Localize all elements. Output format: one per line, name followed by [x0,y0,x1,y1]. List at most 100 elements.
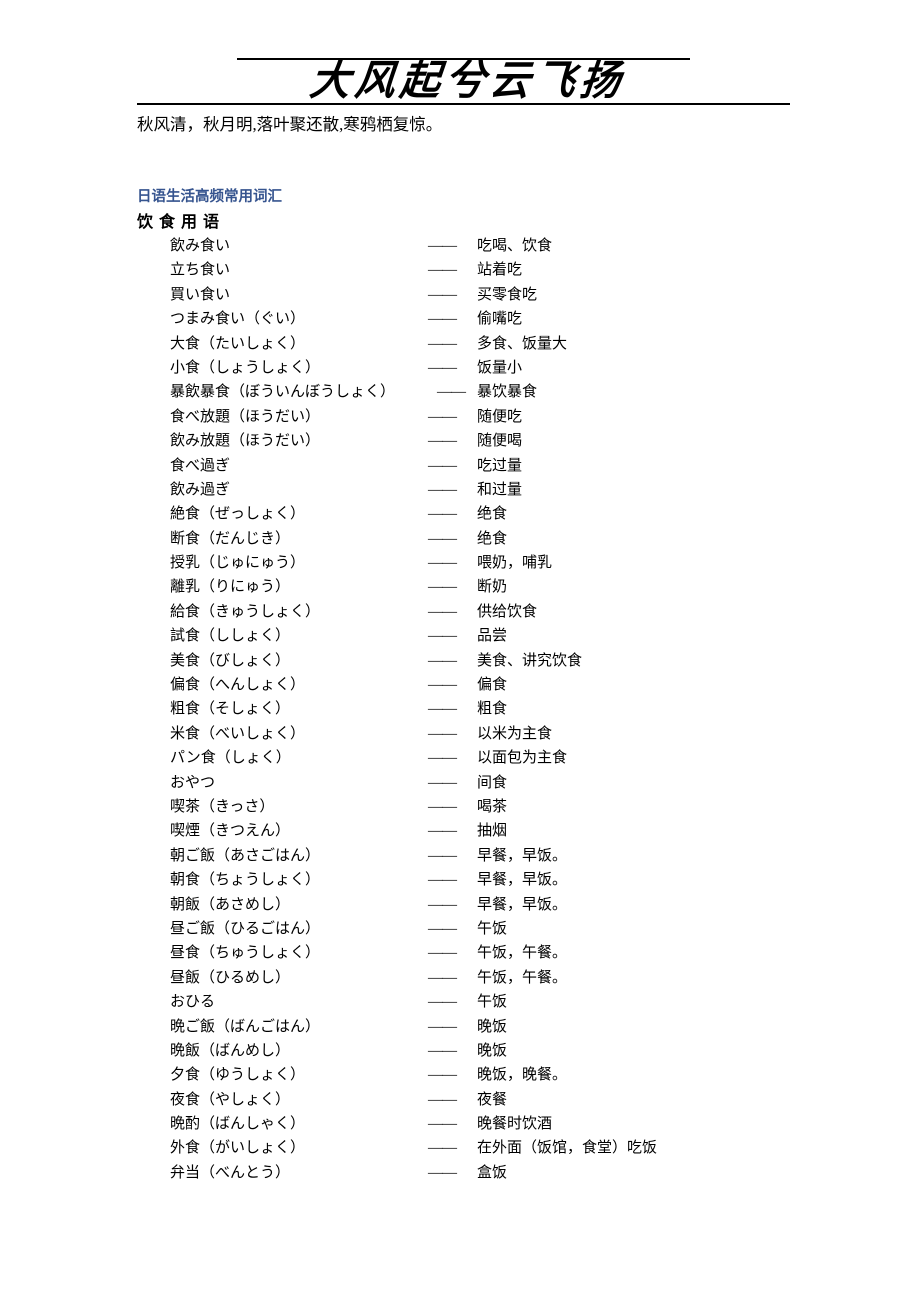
japanese-term: 飲み過ぎ [170,481,231,498]
japanese-term: 飲み放題（ほうだい） [170,433,321,450]
vocabulary-row: 美食（びしょく） —— 美食、讲究饮食 [0,649,920,673]
japanese-term: 昼食（ちゅうしょく） [170,945,321,962]
vocabulary-row: 外食（がいしょく） —— 在外面（饭馆，食堂）吃饭 [0,1136,920,1160]
japanese-term: 立ち食い [170,262,231,279]
chinese-meaning: 早餐，早饭。 [477,896,568,913]
chinese-meaning: 吃过量 [477,457,523,474]
separator-dash: —— [428,1067,457,1084]
japanese-term: 朝ご飯（あさごはん） [170,847,321,864]
japanese-term: 喫茶（きっさ） [170,798,275,815]
chinese-meaning: 午饭，午餐。 [477,945,568,962]
vocabulary-row: 買い食い —— 买零食吃 [0,283,920,307]
section-title: 日语生活高频常用词汇 [137,189,282,205]
separator-dash: —— [428,506,457,523]
poem-line: 秋风清，秋月明,落叶聚还散,寒鸦栖复惊。 [137,115,443,134]
japanese-term: 食べ放題（ほうだい） [170,408,321,425]
vocabulary-row: 夜食（やしょく） —— 夜餐 [0,1088,920,1112]
japanese-term: 外食（がいしょく） [170,1140,306,1157]
chinese-meaning: 晚饭 [477,1018,508,1035]
vocabulary-row: つまみ食い（ぐい） —— 偷嘴吃 [0,307,920,331]
separator-dash: —— [428,335,457,352]
chinese-meaning: 以米为主食 [477,725,553,742]
separator-dash: —— [428,359,457,376]
chinese-meaning: 晚饭 [477,1042,508,1059]
vocabulary-row: 離乳（りにゅう） —— 断奶 [0,575,920,599]
vocabulary-row: おやつ —— 间食 [0,771,920,795]
japanese-term: 米食（べいしょく） [170,725,306,742]
banner-rule-bottom [137,103,790,105]
vocabulary-row: パン食（しょく） —— 以面包为主食 [0,746,920,770]
japanese-term: 飲み食い [170,238,231,254]
separator-dash: —— [428,725,457,742]
japanese-term: つまみ食い（ぐい） [170,311,306,328]
japanese-term: 給食（きゅうしょく） [170,603,321,620]
chinese-meaning: 早餐，早饭。 [477,872,568,889]
chinese-meaning: 和过量 [477,481,523,498]
japanese-term: 試食（ししょく） [170,628,291,645]
chinese-meaning: 午饭 [477,994,508,1011]
vocabulary-row: 喫煙（きつえん） —— 抽烟 [0,819,920,843]
japanese-term: 晩酌（ばんしゃく） [170,1116,306,1133]
japanese-term: 暴飲暴食（ぼういんぼうしょく） [170,384,396,401]
vocabulary-row: 断食（だんじき） —— 绝食 [0,527,920,551]
separator-dash: —— [428,579,457,596]
separator-dash: —— [428,1116,457,1133]
vocabulary-row: 食べ過ぎ —— 吃过量 [0,454,920,478]
vocabulary-row: 朝飯（あさめし） —— 早餐，早饭。 [0,893,920,917]
separator-dash: —— [428,872,457,889]
vocabulary-row: 飲み食い —— 吃喝、饮食 [0,234,920,258]
separator-dash: —— [428,774,457,791]
separator-dash: —— [428,408,457,425]
vocabulary-row: 弁当（べんとう） —— 盒饭 [0,1161,920,1185]
chinese-meaning: 午饭 [477,920,508,937]
vocabulary-row: 朝食（ちょうしょく） —— 早餐，早饭。 [0,868,920,892]
chinese-meaning: 粗食 [477,701,508,718]
vocabulary-row: 絶食（ぜっしょく） —— 绝食 [0,502,920,526]
chinese-meaning: 偷嘴吃 [477,311,523,328]
japanese-term: 断食（だんじき） [170,530,291,547]
chinese-meaning: 随便吃 [477,408,523,425]
chinese-meaning: 多食、饭量大 [477,335,568,352]
separator-dash: —— [428,823,457,840]
vocabulary-row: 昼食（ちゅうしょく） —— 午饭，午餐。 [0,941,920,965]
chinese-meaning: 早餐，早饭。 [477,847,568,864]
vocabulary-row: 米食（べいしょく） —— 以米为主食 [0,722,920,746]
chinese-meaning: 喝茶 [477,798,508,815]
separator-dash: —— [428,945,457,962]
vocabulary-row: 飲み放題（ほうだい） —— 随便喝 [0,429,920,453]
chinese-meaning: 随便喝 [477,433,523,450]
separator-dash: —— [428,969,457,986]
vocabulary-row: 試食（ししょく） —— 品尝 [0,624,920,648]
vocabulary-row: 朝ご飯（あさごはん） —— 早餐，早饭。 [0,844,920,868]
japanese-term: 晩ご飯（ばんごはん） [170,1018,321,1035]
japanese-term: おひる [170,994,216,1011]
separator-dash: —— [428,286,457,303]
japanese-term: 離乳（りにゅう） [170,579,291,596]
banner-title: 大风起兮云飞扬 [307,55,628,105]
vocabulary-row: 暴飲暴食（ぼういんぼうしょく） —— 暴饮暴食 [0,380,920,404]
chinese-meaning: 供给饮食 [477,603,538,620]
japanese-term: 朝飯（あさめし） [170,896,291,913]
vocabulary-row: 晩ご飯（ばんごはん） —— 晚饭 [0,1015,920,1039]
separator-dash: —— [428,701,457,718]
vocabulary-row: 夕食（ゆうしょく） —— 晚饭，晚餐。 [0,1063,920,1087]
japanese-term: 朝食（ちょうしょく） [170,872,321,889]
separator-dash: —— [428,603,457,620]
chinese-meaning: 暴饮暴食 [477,384,538,401]
chinese-meaning: 晚饭，晚餐。 [477,1067,568,1084]
document-banner: 大风起兮云飞扬 [0,0,920,108]
separator-dash: —— [428,457,457,474]
vocabulary-row: おひる —— 午饭 [0,990,920,1014]
separator-dash: —— [428,262,457,279]
chinese-meaning: 美食、讲究饮食 [477,652,583,669]
separator-dash: —— [428,994,457,1011]
japanese-term: 絶食（ぜっしょく） [170,506,306,523]
separator-dash: —— [428,920,457,937]
chinese-meaning: 偏食 [477,677,508,694]
vocabulary-row: 喫茶（きっさ） —— 喝茶 [0,795,920,819]
separator-dash: —— [428,750,457,767]
chinese-meaning: 抽烟 [477,823,508,840]
vocabulary-row: 給食（きゅうしょく） —— 供给饮食 [0,600,920,624]
vocabulary-row: 昼飯（ひるめし） —— 午饭，午餐。 [0,966,920,990]
separator-dash: —— [428,530,457,547]
